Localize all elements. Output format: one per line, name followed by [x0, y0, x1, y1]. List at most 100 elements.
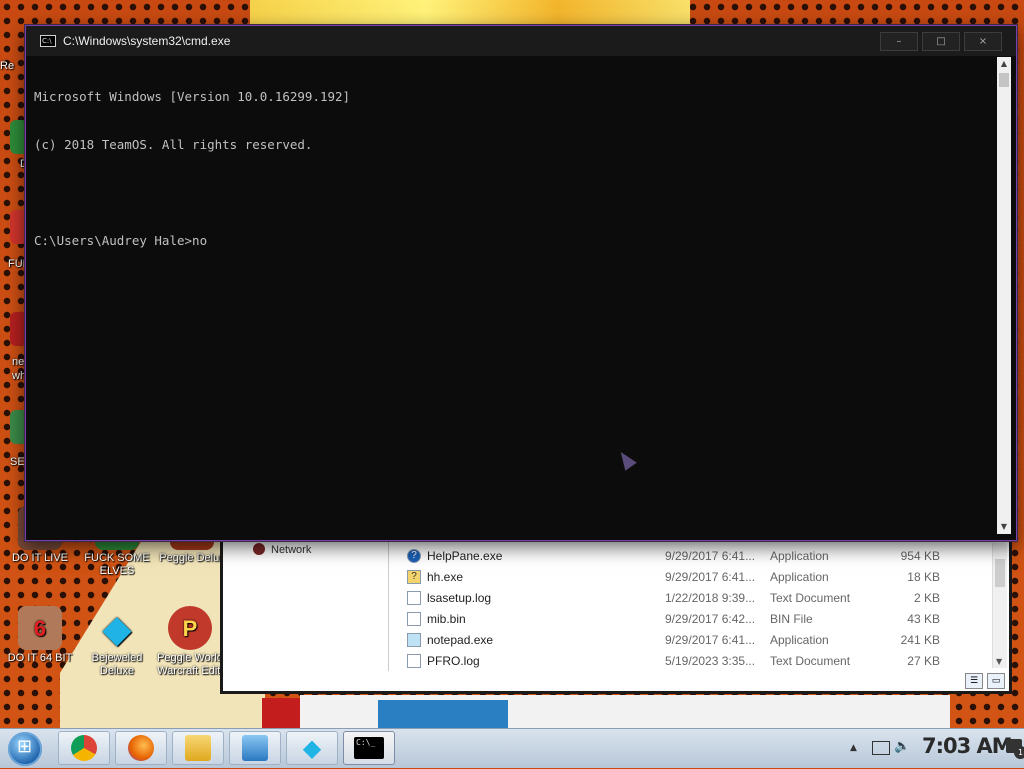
- help-file-icon: ?: [407, 569, 421, 584]
- nav-item-network[interactable]: Network: [253, 543, 311, 556]
- file-row[interactable]: PFRO.log 5/19/2023 3:35... Text Document…: [407, 650, 997, 671]
- file-name: hh.exe: [427, 569, 464, 584]
- diamond-icon: ◆: [302, 734, 322, 762]
- file-row[interactable]: mib.bin 9/29/2017 6:42... BIN File 43 KB: [407, 608, 997, 629]
- desktop-icon-do-it-64-bit[interactable]: 6 DO IT 64 BIT: [0, 606, 80, 665]
- cmd-titlebar[interactable]: C:\ C:\Windows\system32\cmd.exe – □ ×: [26, 26, 1016, 56]
- wallpaper-art-red: [262, 698, 300, 730]
- file-type: Application: [770, 632, 829, 647]
- file-explorer-window[interactable]: Network ? HelpPane.exe 9/29/2017 6:41...…: [220, 538, 1012, 694]
- peggle-icon: P: [168, 606, 212, 650]
- file-list-scrollbar[interactable]: ▼: [992, 543, 1007, 668]
- taskbar-cmd[interactable]: C:\_: [343, 731, 395, 765]
- file-size: 27 KB: [907, 653, 940, 668]
- console-line: (c) 2018 TeamOS. All rights reserved.: [34, 137, 313, 152]
- desktop-icon-label: Peggle World Warcraft Editi: [157, 652, 223, 677]
- desktop-icon-label: DO IT LIVE: [11, 552, 69, 564]
- diamond-icon: ◆: [103, 607, 131, 649]
- desktop-icon-peggle-world-warcraft[interactable]: P Peggle World Warcraft Editi: [150, 606, 230, 678]
- notification-count: 1: [1014, 746, 1024, 759]
- file-size: 43 KB: [907, 611, 940, 626]
- taskbar: ◆ C:\_ ▲ 🔈 7:03 AM 1: [0, 728, 1024, 768]
- file-name: lsasetup.log: [427, 590, 492, 605]
- scroll-down-icon[interactable]: ▼: [996, 657, 1002, 666]
- file-name: notepad.exe: [427, 632, 494, 647]
- folder-icon: [185, 735, 211, 761]
- system-tray: ▲ 🔈 7:03 AM 1: [824, 729, 1024, 769]
- taskbar-window-app[interactable]: [229, 731, 281, 765]
- scroll-down-icon[interactable]: ▼: [997, 520, 1011, 534]
- monitor-image: [378, 700, 508, 730]
- cmd-app-icon: C:\: [40, 35, 56, 47]
- show-hidden-icons-icon[interactable]: ▲: [850, 743, 857, 753]
- console-scrollbar[interactable]: ▲ ▼: [997, 57, 1011, 534]
- minimize-button[interactable]: –: [880, 32, 918, 51]
- background-window: [300, 695, 950, 730]
- desktop-icon-recycle-label[interactable]: Re: [0, 60, 14, 72]
- file-type: Text Document: [770, 653, 851, 668]
- desktop-icon-label[interactable]: wh: [12, 370, 26, 382]
- console-output[interactable]: Microsoft Windows [Version 10.0.16299.19…: [34, 57, 992, 534]
- taskbar-firefox[interactable]: [115, 731, 167, 765]
- window-title: C:\Windows\system32\cmd.exe: [63, 34, 231, 48]
- desktop-icon-label[interactable]: SE: [10, 456, 25, 468]
- console-prompt[interactable]: C:\Users\Audrey Hale>no: [34, 233, 992, 249]
- portrait-icon: 6: [18, 606, 62, 650]
- taskbar-file-explorer[interactable]: [172, 731, 224, 765]
- details-view-icon[interactable]: ☰: [965, 673, 983, 689]
- volume-icon[interactable]: 🔈: [894, 739, 910, 754]
- preview-view-icon[interactable]: ▭: [987, 673, 1005, 689]
- notepad-icon: [407, 632, 421, 647]
- maximize-button[interactable]: □: [922, 32, 960, 51]
- desktop-icon-label[interactable]: ne: [12, 356, 24, 368]
- file-type: Text Document: [770, 590, 851, 605]
- desktop-icon-label: DO IT 64 BIT: [7, 652, 73, 664]
- desktop-icon-bejeweled[interactable]: ◆ Bejeweled Deluxe: [77, 606, 157, 678]
- network-icon[interactable]: [872, 741, 890, 755]
- file-date: 9/29/2017 6:41...: [665, 632, 756, 647]
- file-name: PFRO.log: [427, 653, 480, 668]
- file-date: 1/22/2018 9:39...: [665, 590, 756, 605]
- file-row[interactable]: ? hh.exe 9/29/2017 6:41... Application 1…: [407, 566, 997, 587]
- file-date: 9/29/2017 6:42...: [665, 611, 756, 626]
- notification-icon[interactable]: 1: [1006, 739, 1024, 759]
- file-date: 5/19/2023 3:35...: [665, 653, 756, 668]
- file-row[interactable]: ? HelpPane.exe 9/29/2017 6:41... Applica…: [407, 545, 997, 566]
- cmd-window[interactable]: C:\ C:\Windows\system32\cmd.exe – □ × Mi…: [25, 25, 1017, 541]
- taskbar-chrome[interactable]: [58, 731, 110, 765]
- file-size: 954 KB: [900, 548, 940, 563]
- help-icon: ?: [407, 548, 421, 563]
- close-button[interactable]: ×: [964, 32, 1002, 51]
- file-type: BIN File: [770, 611, 813, 626]
- file-size: 241 KB: [900, 632, 940, 647]
- desktop-icon-label: FUCK SOME ELVES: [84, 552, 150, 577]
- document-icon: [407, 653, 421, 668]
- start-button[interactable]: [8, 732, 42, 766]
- file-date: 9/29/2017 6:41...: [665, 548, 756, 563]
- file-size: 18 KB: [907, 569, 940, 584]
- file-icon: [407, 611, 421, 626]
- scrollbar-thumb[interactable]: [999, 73, 1009, 87]
- network-icon: [253, 543, 265, 555]
- scrollbar-thumb[interactable]: [995, 559, 1005, 587]
- file-type: Application: [770, 548, 829, 563]
- firefox-icon: [128, 735, 154, 761]
- chrome-icon: [71, 735, 97, 761]
- file-type: Application: [770, 569, 829, 584]
- file-name: HelpPane.exe: [427, 548, 503, 563]
- file-size: 2 KB: [913, 590, 940, 605]
- taskbar-bejeweled[interactable]: ◆: [286, 731, 338, 765]
- desktop-icon-label: Peggle Delux: [159, 552, 225, 564]
- navigation-pane[interactable]: Network: [223, 541, 389, 671]
- window-icon: [242, 735, 268, 761]
- nav-item-label: Network: [271, 544, 312, 556]
- file-row[interactable]: notepad.exe 9/29/2017 6:41... Applicatio…: [407, 629, 997, 650]
- scroll-up-icon[interactable]: ▲: [997, 57, 1011, 71]
- document-icon: [407, 590, 421, 605]
- file-row[interactable]: lsasetup.log 1/22/2018 9:39... Text Docu…: [407, 587, 997, 608]
- console-line: Microsoft Windows [Version 10.0.16299.19…: [34, 89, 351, 104]
- cmd-icon: C:\_: [354, 737, 384, 759]
- clock[interactable]: 7:03 AM: [922, 734, 1013, 758]
- desktop-icon-label: Bejeweled Deluxe: [91, 652, 143, 677]
